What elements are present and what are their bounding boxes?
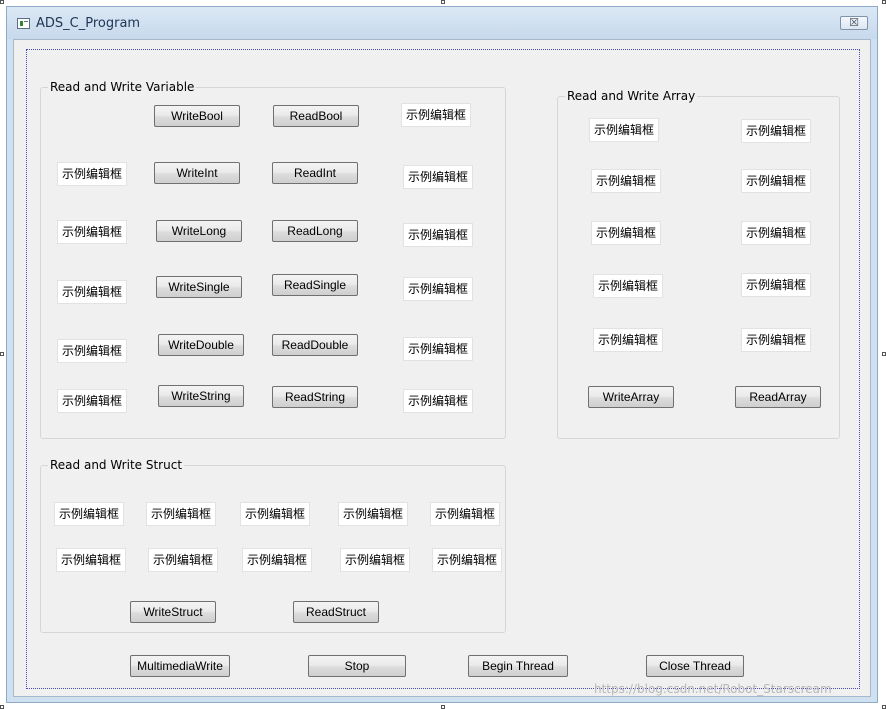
- write-single-button[interactable]: WriteSingle: [156, 276, 242, 298]
- read-single-button[interactable]: ReadSingle: [272, 274, 358, 296]
- write-double-button[interactable]: WriteDouble: [158, 334, 244, 356]
- read-bool-button[interactable]: ReadBool: [273, 105, 359, 127]
- read-single-value-field[interactable]: 示例编辑框: [403, 277, 473, 301]
- array-write-element-field-3[interactable]: 示例编辑框: [591, 221, 661, 245]
- struct-write-field-3[interactable]: 示例编辑框: [240, 502, 310, 526]
- array-read-element-field-1[interactable]: 示例编辑框: [741, 119, 811, 143]
- resize-handle-bottom-left[interactable]: [0, 705, 4, 709]
- write-array-button[interactable]: WriteArray: [588, 386, 674, 408]
- window-title: ADS_C_Program: [36, 16, 141, 31]
- write-struct-button[interactable]: WriteStruct: [130, 601, 216, 623]
- read-long-button[interactable]: ReadLong: [272, 220, 358, 242]
- resize-handle-bottom-right[interactable]: [882, 705, 886, 709]
- array-write-element-field-1[interactable]: 示例编辑框: [589, 118, 659, 142]
- close-thread-button[interactable]: Close Thread: [646, 655, 744, 677]
- struct-write-field-2[interactable]: 示例编辑框: [146, 502, 216, 526]
- array-read-element-field-3[interactable]: 示例编辑框: [741, 221, 811, 245]
- struct-read-field-5[interactable]: 示例编辑框: [432, 548, 502, 572]
- struct-read-field-4[interactable]: 示例编辑框: [340, 548, 410, 572]
- struct-group-label: Read and Write Struct: [48, 458, 185, 472]
- struct-read-field-2[interactable]: 示例编辑框: [148, 548, 218, 572]
- begin-thread-button[interactable]: Begin Thread: [468, 655, 568, 677]
- write-bool-button[interactable]: WriteBool: [154, 105, 240, 127]
- close-icon: ☒: [849, 16, 859, 29]
- struct-read-field-3[interactable]: 示例编辑框: [242, 548, 312, 572]
- resize-handle-top-left[interactable]: [0, 0, 4, 4]
- read-array-button[interactable]: ReadArray: [735, 386, 821, 408]
- dialog-window: ADS_C_Program ☒ Read and Write Variable …: [6, 6, 878, 703]
- struct-read-field-1[interactable]: 示例编辑框: [56, 548, 126, 572]
- struct-write-field-4[interactable]: 示例编辑框: [338, 502, 408, 526]
- resize-handle-middle-left[interactable]: [0, 352, 4, 356]
- app-window-icon: [17, 18, 30, 29]
- variable-group-label: Read and Write Variable: [48, 80, 197, 94]
- array-group-label: Read and Write Array: [565, 89, 698, 103]
- close-button[interactable]: ☒: [840, 16, 868, 30]
- read-string-value-field[interactable]: 示例编辑框: [403, 389, 473, 413]
- array-write-element-field-2[interactable]: 示例编辑框: [591, 169, 661, 193]
- resize-handle-top-right[interactable]: [882, 0, 886, 4]
- write-int-value-field[interactable]: 示例编辑框: [57, 162, 127, 186]
- read-int-value-field[interactable]: 示例编辑框: [403, 165, 473, 189]
- array-read-element-field-5[interactable]: 示例编辑框: [741, 328, 811, 352]
- array-read-element-field-2[interactable]: 示例编辑框: [741, 169, 811, 193]
- resize-handle-middle-right[interactable]: [882, 352, 886, 356]
- dialog-client-area: Read and Write Variable WriteBool ReadBo…: [13, 39, 871, 697]
- array-write-element-field-4[interactable]: 示例编辑框: [593, 274, 663, 298]
- resize-handle-top-center[interactable]: [441, 0, 445, 4]
- write-long-value-field[interactable]: 示例编辑框: [57, 220, 127, 244]
- read-int-button[interactable]: ReadInt: [272, 162, 358, 184]
- struct-write-field-1[interactable]: 示例编辑框: [54, 502, 124, 526]
- resize-handle-bottom-center[interactable]: [441, 705, 445, 709]
- multimedia-write-button[interactable]: MultimediaWrite: [130, 655, 230, 677]
- write-double-value-field[interactable]: 示例编辑框: [57, 339, 127, 363]
- write-int-button[interactable]: WriteInt: [154, 162, 240, 184]
- read-string-button[interactable]: ReadString: [272, 386, 358, 408]
- read-double-value-field[interactable]: 示例编辑框: [403, 337, 473, 361]
- write-string-button[interactable]: WriteString: [158, 385, 244, 407]
- title-bar[interactable]: ADS_C_Program ☒: [7, 7, 877, 39]
- struct-write-field-5[interactable]: 示例编辑框: [430, 502, 500, 526]
- read-struct-button[interactable]: ReadStruct: [293, 601, 379, 623]
- write-long-button[interactable]: WriteLong: [156, 220, 242, 242]
- write-single-value-field[interactable]: 示例编辑框: [57, 280, 127, 304]
- stop-button[interactable]: Stop: [308, 655, 406, 677]
- read-long-value-field[interactable]: 示例编辑框: [403, 223, 473, 247]
- array-write-element-field-5[interactable]: 示例编辑框: [593, 328, 663, 352]
- watermark-text: https://blog.csdn.net/Robot_Starscream: [594, 682, 832, 696]
- read-bool-value-field[interactable]: 示例编辑框: [401, 103, 471, 127]
- read-double-button[interactable]: ReadDouble: [272, 334, 358, 356]
- array-read-element-field-4[interactable]: 示例编辑框: [741, 273, 811, 297]
- write-string-value-field[interactable]: 示例编辑框: [57, 389, 127, 413]
